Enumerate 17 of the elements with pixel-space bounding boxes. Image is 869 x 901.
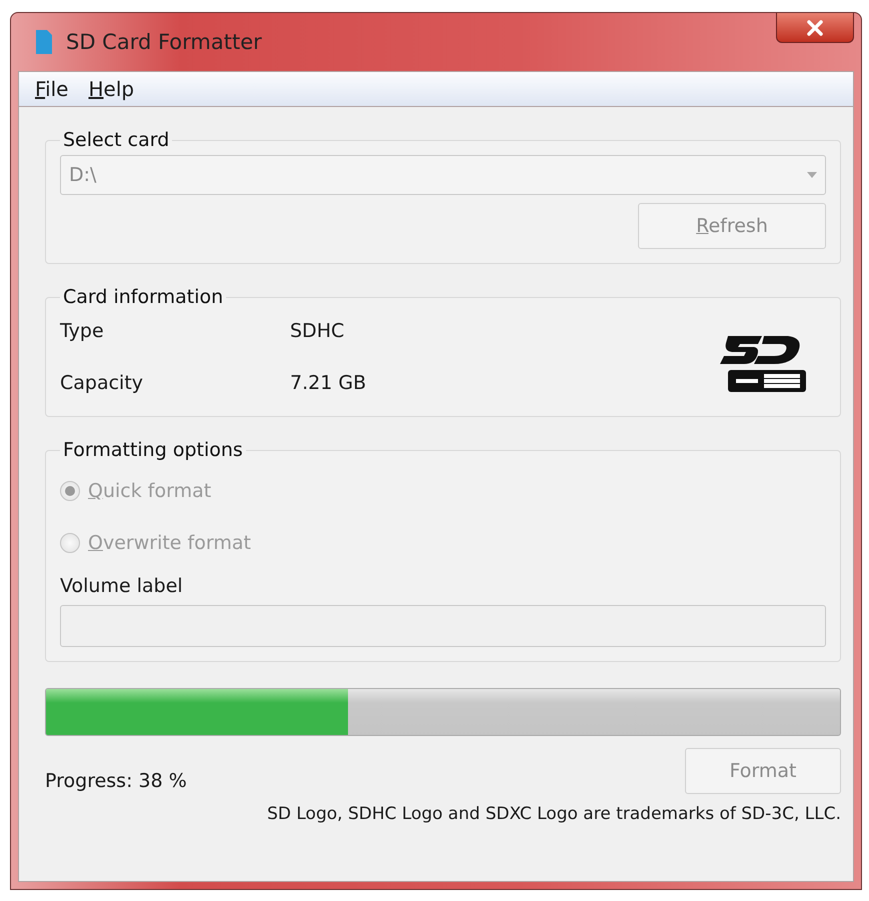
close-button[interactable] (776, 13, 854, 43)
trademark-notice: SD Logo, SDHC Logo and SDXC Logo are trademarks of SD-3C, LLC. (266, 804, 841, 824)
info-value: SDHC (290, 320, 346, 342)
menu-item[interactable]: File (35, 77, 68, 101)
info-value: 7.21 GB (290, 372, 366, 394)
info-label: Type (60, 320, 105, 342)
group-title: Formatting options (62, 439, 244, 461)
close-icon (805, 20, 825, 36)
progress-text: Progress: 38 % (45, 770, 187, 792)
group-title: Card information (62, 286, 224, 308)
dropdown-arrow-icon (807, 172, 817, 178)
info-label: Capacity (60, 372, 144, 394)
field-label: Volume label (60, 575, 184, 597)
window-title: SD Card Formatter (66, 30, 262, 54)
sd-card-icon (36, 30, 52, 54)
group-title: Select card (62, 129, 170, 151)
menu-item[interactable]: Help (88, 77, 134, 101)
